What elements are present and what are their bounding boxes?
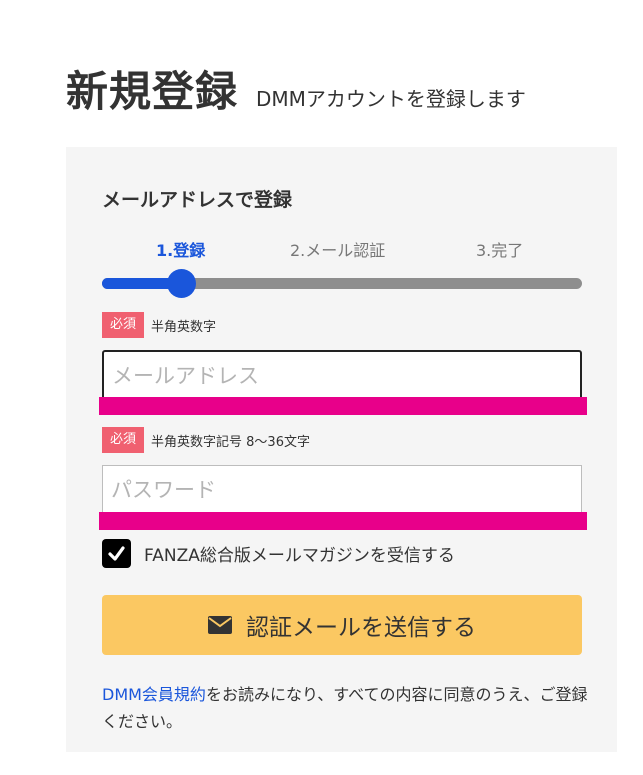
required-badge: 必須 bbox=[102, 427, 145, 453]
password-hint: 半角英数字記号 8～36文字 bbox=[151, 434, 310, 450]
registration-page: 新規登録 DMMアカウントを登録します メールアドレスで登録 1.登録 2.メー… bbox=[0, 0, 643, 775]
step-indicator: 1.登録 2.メール認証 3.完了 bbox=[102, 237, 582, 261]
email-label-row: 必須 半角英数字 bbox=[102, 312, 216, 338]
step-mail-verify: 2.メール認証 bbox=[290, 241, 386, 260]
page-subtitle: DMMアカウントを登録します bbox=[256, 87, 526, 111]
password-label-row: 必須 半角英数字記号 8～36文字 bbox=[102, 427, 310, 453]
registration-card: メールアドレスで登録 1.登録 2.メール認証 3.完了 必須 半角英数字 メー… bbox=[66, 147, 617, 752]
agreement-text: DMM会員規約をお読みになり、すべての内容に同意のうえ、ご登録ください。 bbox=[102, 681, 592, 735]
step-register: 1.登録 bbox=[156, 241, 206, 260]
password-error-bar bbox=[99, 512, 587, 530]
step-complete: 3.完了 bbox=[476, 241, 524, 260]
title-row: 新規登録 DMMアカウントを登録します bbox=[66, 58, 526, 119]
submit-label: 認証メールを送信する bbox=[246, 615, 476, 641]
password-field[interactable]: パスワード bbox=[102, 465, 582, 515]
newsletter-label[interactable]: FANZA総合版メールマガジンを受信する bbox=[144, 541, 455, 566]
send-verification-email-button[interactable]: 認証メールを送信する bbox=[102, 595, 582, 655]
progress-bar bbox=[102, 269, 582, 298]
email-error-bar bbox=[99, 397, 587, 415]
email-hint: 半角英数字 bbox=[151, 319, 217, 335]
progress-knob bbox=[166, 269, 196, 298]
form-heading: メールアドレスで登録 bbox=[102, 189, 293, 211]
newsletter-option[interactable]: FANZA総合版メールマガジンを受信する bbox=[102, 539, 455, 568]
terms-link[interactable]: DMM会員規約 bbox=[102, 685, 206, 704]
email-field[interactable]: メールアドレス bbox=[102, 350, 582, 403]
required-badge: 必須 bbox=[102, 312, 145, 338]
newsletter-checkbox[interactable] bbox=[102, 539, 131, 568]
envelope-icon bbox=[208, 616, 232, 634]
checkmark-icon bbox=[108, 546, 125, 561]
page-title: 新規登録 bbox=[66, 67, 239, 116]
